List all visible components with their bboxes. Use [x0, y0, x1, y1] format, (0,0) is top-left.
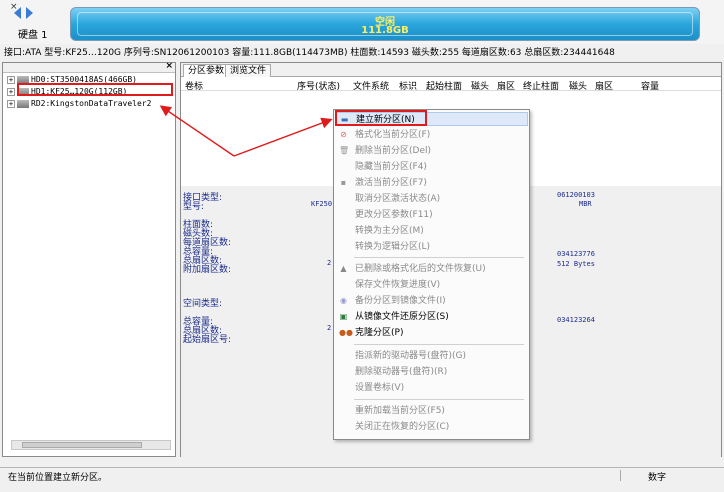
free-size: 111.8GB: [361, 25, 409, 36]
context-menu: ▬ 建立新分区(N) ⊘ 格式化当前分区(F) 🗑 删除当前分区(Del) 隐藏当前分…: [333, 109, 530, 440]
backup-icon: ◉: [340, 296, 347, 305]
status-bar: 在当前位置建立新分区。 数字: [0, 467, 724, 483]
menu-reload-partition[interactable]: 重新加载当前分区(F5): [335, 404, 528, 418]
menu-label: 删除驱动器号(盘符)(R): [355, 367, 448, 377]
tree-horizontal-scrollbar[interactable]: [11, 440, 171, 450]
detail-label: 型号:: [183, 202, 205, 212]
menu-label: 转换为逻辑分区(L): [355, 242, 431, 252]
expand-icon[interactable]: +: [7, 75, 15, 84]
menu-deactivate-partition[interactable]: 取消分区激活状态(A): [335, 192, 528, 206]
detail-value: 2: [327, 324, 332, 332]
partition-table-header: 卷标 序号(状态) 文件系统 标识 起始柱面 磁头 扇区 终止柱面 磁头 扇区 …: [181, 78, 721, 92]
format-icon: ⊘: [340, 130, 347, 139]
menu-save-recovery-progress[interactable]: 保存文件恢复进度(V): [335, 278, 528, 292]
menu-close-recovery[interactable]: 关闭正在恢复的分区(C): [335, 420, 528, 434]
previous-disk-icon[interactable]: [14, 7, 21, 19]
tree-title-bar: ×: [3, 61, 175, 73]
disk-info-line: 接口:ATA 型号:KF25…120G 序列号:SN12061200103 容量…: [4, 48, 615, 58]
menu-item-highlight: [335, 110, 427, 126]
col-capacity[interactable]: 容量: [641, 79, 659, 92]
menu-hide-partition[interactable]: 隐藏当前分区(F4): [335, 160, 528, 174]
menu-label: 转换为主分区(M): [355, 226, 424, 236]
menu-clone-partition[interactable]: ●● 克隆分区(P): [335, 326, 528, 340]
detail-label: 附加扇区数:: [183, 265, 232, 275]
col-end-sector[interactable]: 扇区: [595, 79, 613, 92]
status-divider: [620, 470, 621, 481]
menu-restore-image[interactable]: ▣ 从镜像文件还原分区(S): [335, 310, 528, 324]
menu-file-recovery[interactable]: ▲ 已删除或格式化后的文件恢复(U): [335, 262, 528, 276]
detail-value: 061200103: [557, 191, 595, 199]
free-space-bar[interactable]: 空闲 111.8GB: [70, 7, 700, 41]
col-filesystem[interactable]: 文件系统: [353, 79, 389, 92]
menu-label: 设置卷标(V): [355, 383, 405, 393]
menu-separator: [354, 257, 524, 258]
clone-icon: ●●: [339, 328, 353, 337]
expand-icon[interactable]: +: [7, 87, 15, 96]
usb-drive-icon: [17, 99, 29, 108]
menu-label: 更改分区参数(F11): [355, 210, 433, 220]
menu-label: 备份分区到镜像文件(I): [355, 296, 446, 306]
menu-convert-logical[interactable]: 转换为逻辑分区(L): [335, 240, 528, 254]
disk-label: 硬盘 1: [18, 30, 48, 41]
menu-separator: [354, 399, 524, 400]
tab-bar: 分区参数 浏览文件: [181, 63, 721, 77]
menu-format-partition[interactable]: ⊘ 格式化当前分区(F): [335, 128, 528, 142]
restore-icon: ▣: [339, 312, 348, 321]
menu-label: 取消分区激活状态(A): [355, 194, 441, 204]
detail-value: 2: [327, 259, 332, 267]
menu-label: 已删除或格式化后的文件恢复(U): [355, 264, 486, 274]
status-numlock: 数字: [648, 473, 667, 483]
menu-separator: [354, 344, 524, 345]
detail-label: 空间类型:: [183, 299, 223, 309]
recovery-icon: ▲: [340, 264, 347, 273]
detail-value: 034123264: [557, 316, 595, 324]
menu-remove-drive-letter[interactable]: 删除驱动器号(盘符)(R): [335, 365, 528, 379]
menu-set-volume-label[interactable]: 设置卷标(V): [335, 381, 528, 395]
menu-label: 隐藏当前分区(F4): [355, 162, 427, 172]
detail-value: KF250: [311, 200, 333, 208]
tree-item-label: RD2:KingstonDataTraveler2: [31, 99, 152, 108]
menu-label: 从镜像文件还原分区(S): [355, 312, 449, 322]
menu-assign-drive-letter[interactable]: 指派新的驱动器号(盘符)(G): [335, 349, 528, 363]
col-sector[interactable]: 扇区: [497, 79, 515, 92]
scrollbar-thumb[interactable]: [22, 442, 142, 448]
next-disk-icon[interactable]: [26, 7, 33, 19]
disk-tree-pane: × + HD0:ST3500418AS(466GB) + HD1:KF25…120G…: [2, 61, 176, 457]
selected-disk-highlight: [17, 83, 173, 96]
menu-activate-partition[interactable]: ▪ 激活当前分区(F7): [335, 176, 528, 190]
menu-label: 格式化当前分区(F): [355, 130, 431, 140]
tree-item-rd2[interactable]: + RD2:KingstonDataTraveler2: [7, 99, 151, 110]
col-head[interactable]: 磁头: [471, 79, 489, 92]
status-text: 在当前位置建立新分区。: [8, 473, 108, 483]
col-volume-label[interactable]: 卷标: [185, 79, 203, 92]
menu-label: 激活当前分区(F7): [355, 178, 427, 188]
tab-partition-params[interactable]: 分区参数: [183, 64, 230, 77]
col-end-head[interactable]: 磁头: [569, 79, 587, 92]
menu-convert-primary[interactable]: 转换为主分区(M): [335, 224, 528, 238]
menu-label: 克隆分区(P): [355, 328, 404, 338]
detail-value: 034123776: [557, 250, 595, 258]
menu-delete-partition[interactable]: 🗑 删除当前分区(Del): [335, 144, 528, 158]
disk-navigation: [4, 5, 64, 21]
detail-value: MBR: [579, 200, 592, 208]
menu-label: 指派新的驱动器号(盘符)(G): [355, 351, 467, 361]
menu-label: 删除当前分区(Del): [355, 146, 431, 156]
col-id[interactable]: 标识: [399, 79, 417, 92]
delete-icon: 🗑: [339, 146, 350, 155]
disk-header: × 硬盘 1 空闲 111.8GB: [0, 0, 724, 44]
menu-label: 关闭正在恢复的分区(C): [355, 422, 450, 432]
menu-change-params[interactable]: 更改分区参数(F11): [335, 208, 528, 222]
menu-backup-image[interactable]: ◉ 备份分区到镜像文件(I): [335, 294, 528, 308]
tab-browse-files[interactable]: 浏览文件: [225, 64, 272, 77]
col-start-cylinder[interactable]: 起始柱面: [426, 79, 462, 92]
menu-label: 重新加载当前分区(F5): [355, 406, 445, 416]
activate-icon: ▪: [340, 178, 347, 187]
detail-label: 起始扇区号:: [183, 335, 232, 345]
col-index[interactable]: 序号(状态): [297, 79, 340, 92]
expand-icon[interactable]: +: [7, 99, 15, 108]
col-end-cylinder[interactable]: 终止柱面: [523, 79, 559, 92]
detail-value: 512 Bytes: [557, 260, 595, 268]
tree-close-icon[interactable]: ×: [165, 61, 173, 71]
menu-label: 保存文件恢复进度(V): [355, 280, 441, 290]
